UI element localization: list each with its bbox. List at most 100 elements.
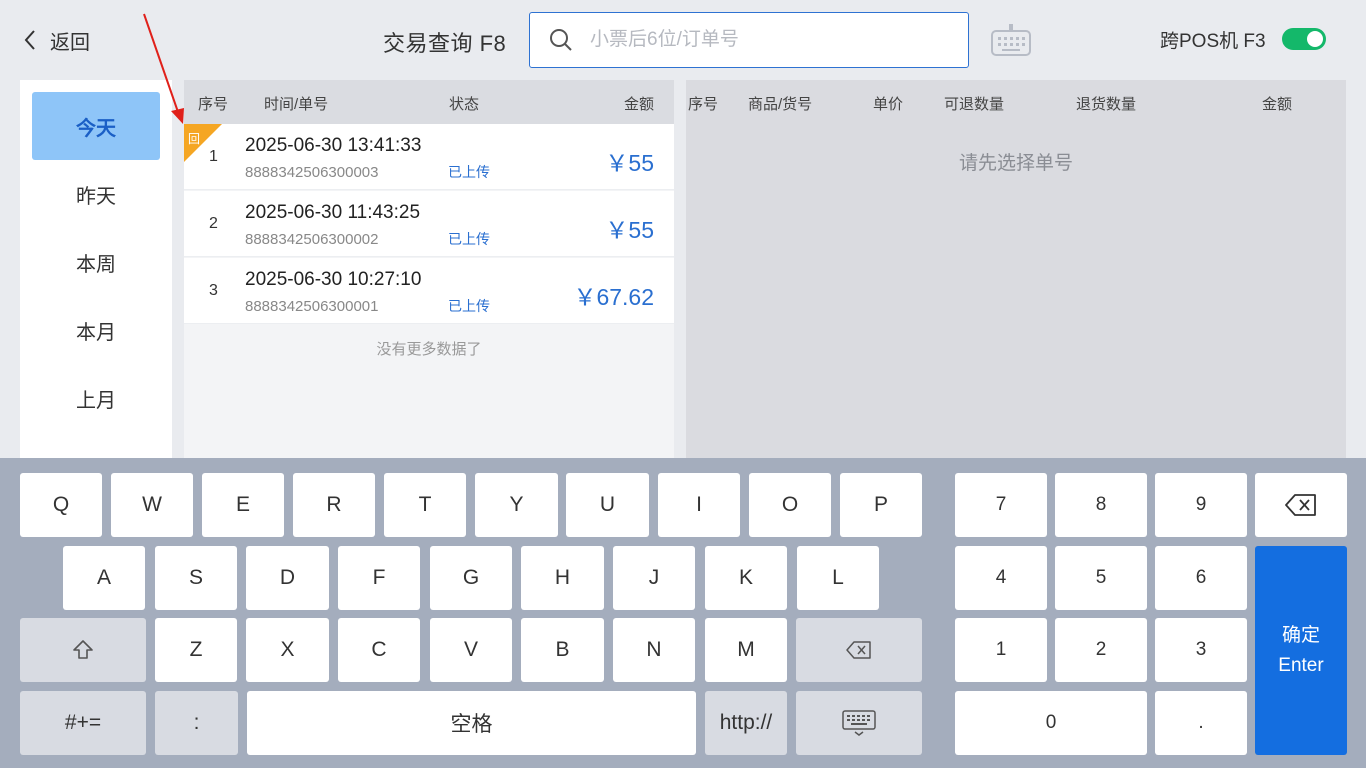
- numpad-key-4[interactable]: 4: [955, 546, 1047, 610]
- chevron-left-icon: [24, 30, 35, 50]
- key-a[interactable]: A: [63, 546, 145, 610]
- order-row[interactable]: 回 1 2025-06-30 13:41:33 8888342506300003…: [184, 124, 674, 190]
- enter-key[interactable]: 确定 Enter: [1255, 546, 1347, 755]
- key-c[interactable]: C: [338, 618, 420, 682]
- key-y[interactable]: Y: [475, 473, 558, 537]
- search-input[interactable]: [590, 29, 968, 51]
- column-header-index: 序号: [198, 96, 229, 113]
- order-number: 8888342506300001: [245, 298, 379, 315]
- order-number: 8888342506300002: [245, 231, 379, 248]
- numpad-key-0[interactable]: 0: [955, 691, 1147, 755]
- key-p[interactable]: P: [840, 473, 922, 537]
- order-list-header: 序号 时间/单号 状态 金额: [184, 80, 674, 124]
- date-filter-this-month[interactable]: 本月: [32, 296, 160, 364]
- keyboard-icon[interactable]: [990, 22, 1032, 58]
- backspace-icon: [846, 641, 871, 659]
- key-l[interactable]: L: [797, 546, 879, 610]
- key-h[interactable]: H: [521, 546, 604, 610]
- no-more-data-text: 没有更多数据了: [376, 341, 482, 358]
- numpad-key-7[interactable]: 7: [955, 473, 1047, 537]
- order-time: 2025-06-30 11:43:25: [245, 202, 421, 223]
- key-q[interactable]: Q: [20, 473, 102, 537]
- key-s[interactable]: S: [155, 546, 237, 610]
- shift-icon: [73, 640, 93, 659]
- backspace-key[interactable]: [796, 618, 922, 682]
- numpad-key-dot[interactable]: .: [1155, 691, 1247, 755]
- enter-label-en: Enter: [1278, 654, 1324, 676]
- return-badge-label: 回: [188, 132, 201, 146]
- cross-pos-toggle[interactable]: [1282, 28, 1326, 50]
- key-g[interactable]: G: [430, 546, 512, 610]
- key-i[interactable]: I: [658, 473, 740, 537]
- cross-pos-label: 跨POS机 F3: [1160, 31, 1266, 52]
- order-index: 3: [209, 282, 218, 299]
- detail-column-product: 商品/货号: [748, 96, 813, 113]
- space-key[interactable]: 空格: [247, 691, 696, 755]
- select-order-hint: 请先选择单号: [958, 153, 1073, 174]
- key-f[interactable]: F: [338, 546, 420, 610]
- detail-column-index: 序号: [688, 96, 719, 113]
- numpad-key-8[interactable]: 8: [1055, 473, 1147, 537]
- key-e[interactable]: E: [202, 473, 284, 537]
- date-filter-this-week[interactable]: 本周: [32, 228, 160, 296]
- numpad-key-2[interactable]: 2: [1055, 618, 1147, 682]
- order-status: 已上传: [448, 298, 490, 314]
- virtual-keyboard: Q W E R T Y U I O P A S D F G H J K L Z …: [0, 458, 1366, 768]
- numpad-backspace-key[interactable]: [1255, 473, 1347, 537]
- key-m[interactable]: M: [705, 618, 787, 682]
- numpad-key-3[interactable]: 3: [1155, 618, 1247, 682]
- order-amount: ￥55: [605, 150, 654, 176]
- search-icon: [550, 29, 572, 51]
- key-j[interactable]: J: [613, 546, 695, 610]
- detail-header: 序号 商品/货号 单价 可退数量 退货数量 金额: [686, 80, 1346, 124]
- key-b[interactable]: B: [521, 618, 604, 682]
- back-button[interactable]: 返回: [22, 24, 90, 56]
- order-index: 2: [209, 215, 218, 232]
- key-n[interactable]: N: [613, 618, 695, 682]
- page-title: 交易查询 F8: [383, 31, 507, 56]
- order-row[interactable]: 2 2025-06-30 11:43:25 8888342506300002 已…: [184, 191, 674, 257]
- key-u[interactable]: U: [566, 473, 649, 537]
- order-amount: ￥67.62: [573, 284, 654, 310]
- search-box[interactable]: [529, 12, 969, 68]
- key-v[interactable]: V: [430, 618, 512, 682]
- key-r[interactable]: R: [293, 473, 375, 537]
- key-z[interactable]: Z: [155, 618, 237, 682]
- order-time: 2025-06-30 13:41:33: [245, 135, 422, 156]
- shift-key[interactable]: [20, 618, 146, 682]
- column-header-status: 状态: [449, 96, 480, 113]
- order-amount: ￥55: [605, 217, 654, 243]
- order-status: 已上传: [448, 164, 490, 180]
- key-t[interactable]: T: [384, 473, 466, 537]
- key-w[interactable]: W: [111, 473, 193, 537]
- key-x[interactable]: X: [246, 618, 329, 682]
- column-header-time-order: 时间/单号: [264, 96, 329, 113]
- order-detail-panel: 序号 商品/货号 单价 可退数量 退货数量 金额 请先选择单号: [686, 80, 1346, 458]
- order-number: 8888342506300003: [245, 164, 379, 181]
- detail-column-unit-price: 单价: [873, 96, 904, 113]
- hide-keyboard-key[interactable]: [796, 691, 922, 755]
- numpad-key-6[interactable]: 6: [1155, 546, 1247, 610]
- column-header-amount: 金额: [623, 96, 654, 113]
- key-o[interactable]: O: [749, 473, 831, 537]
- detail-column-amount: 金额: [1262, 96, 1293, 113]
- date-filter-last-month[interactable]: 上月: [32, 364, 160, 432]
- numpad-key-5[interactable]: 5: [1055, 546, 1147, 610]
- order-row[interactable]: 3 2025-06-30 10:27:10 8888342506300001 已…: [184, 258, 674, 324]
- annotation-arrow: [143, 13, 184, 124]
- numpad-key-1[interactable]: 1: [955, 618, 1047, 682]
- order-time: 2025-06-30 10:27:10: [245, 269, 422, 290]
- detail-column-return-qty: 退货数量: [1076, 96, 1137, 113]
- date-filter-yesterday[interactable]: 昨天: [32, 160, 160, 228]
- key-k[interactable]: K: [705, 546, 787, 610]
- detail-column-returnable-qty: 可退数量: [944, 96, 1005, 113]
- symbols-key[interactable]: #+=: [20, 691, 146, 755]
- http-key[interactable]: http://: [705, 691, 787, 755]
- order-index: 1: [209, 148, 218, 165]
- date-filter-sidebar: 今天 昨天 本周 本月 上月: [20, 80, 172, 458]
- back-label: 返回: [50, 31, 90, 54]
- enter-label-cn: 确定: [1281, 624, 1320, 646]
- numpad-key-9[interactable]: 9: [1155, 473, 1247, 537]
- colon-key[interactable]: :: [155, 691, 238, 755]
- key-d[interactable]: D: [246, 546, 329, 610]
